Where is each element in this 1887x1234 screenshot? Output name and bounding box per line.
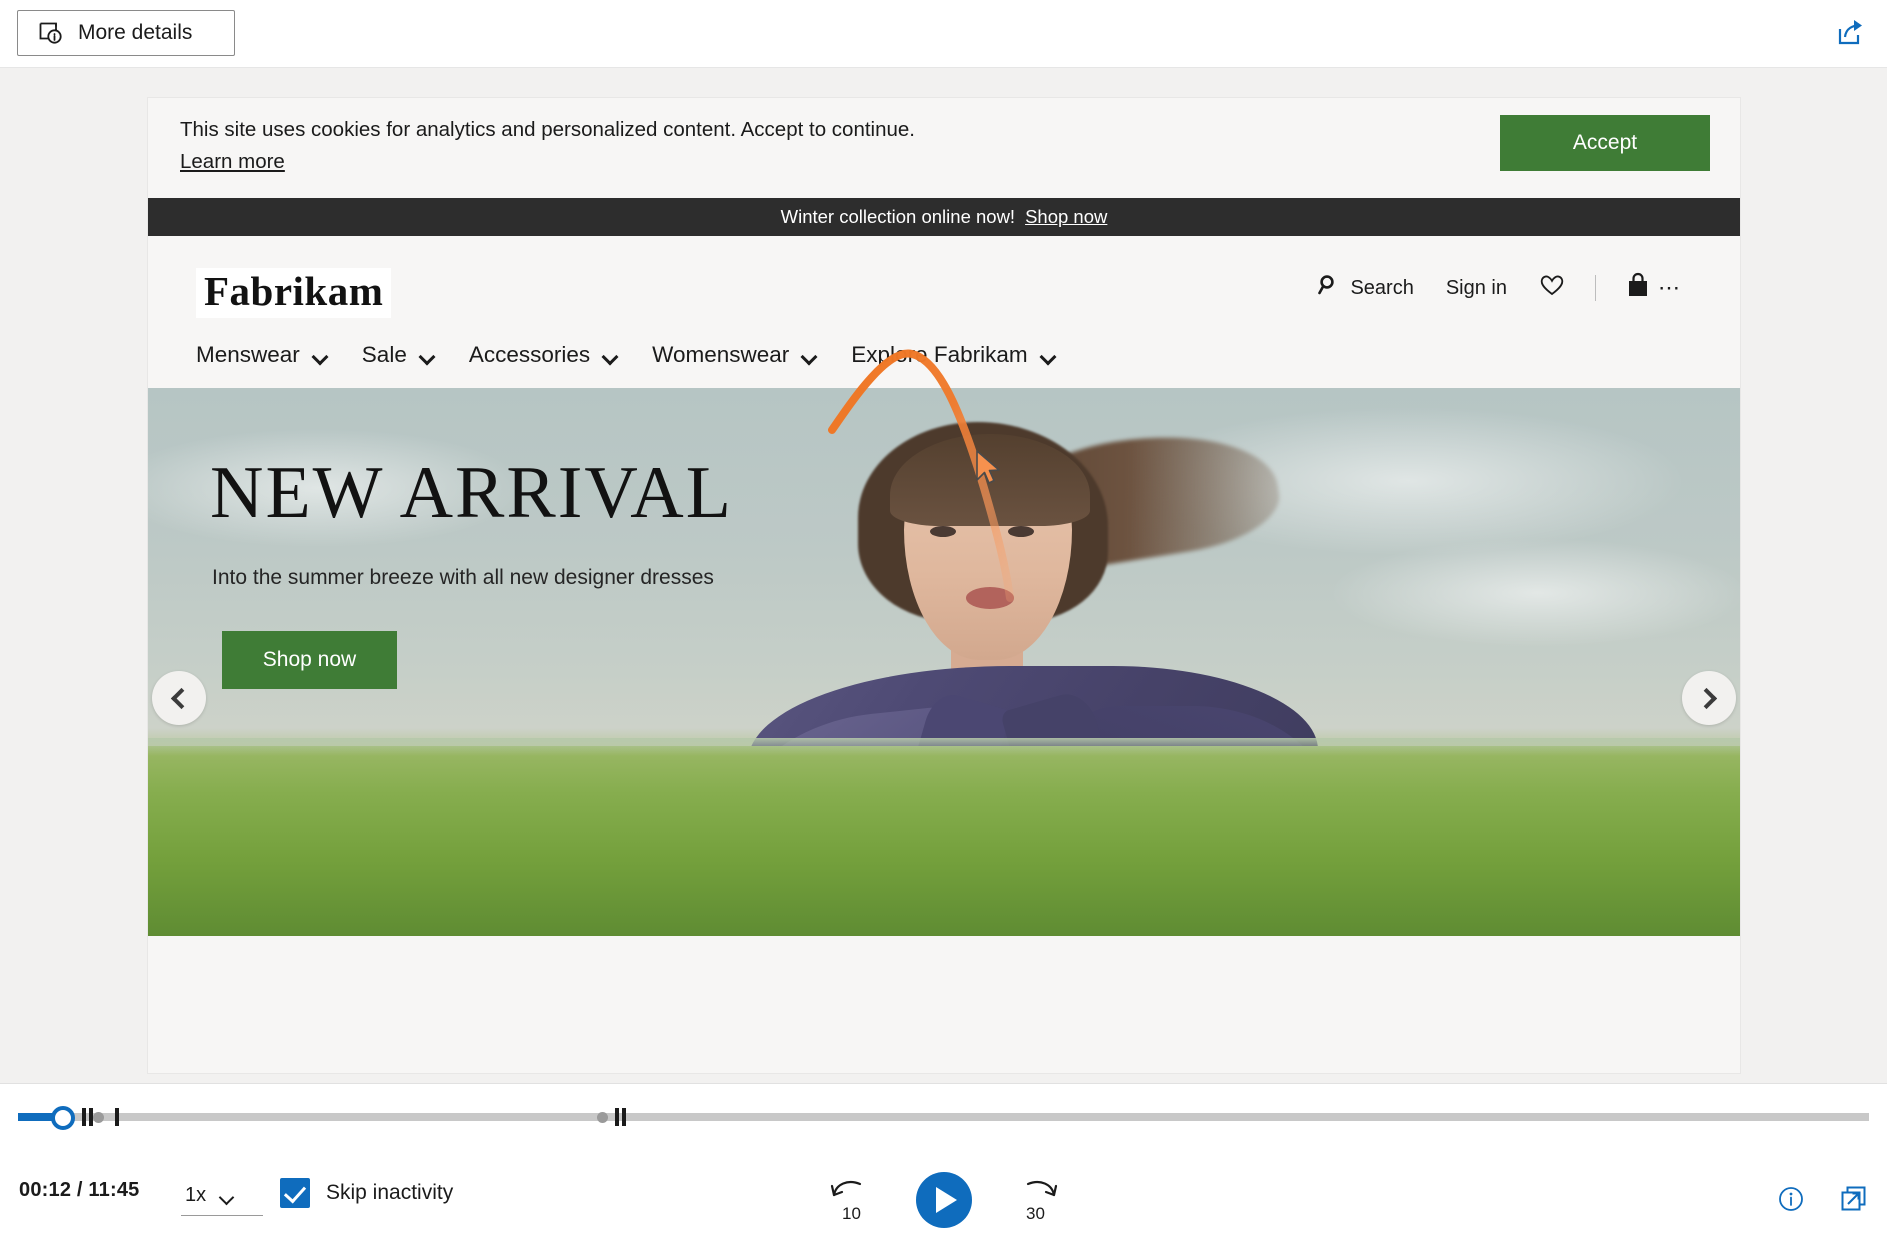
nav-label: Womenswear xyxy=(652,342,790,367)
playback-speed-value: 1x xyxy=(185,1184,207,1206)
timeline-marker[interactable] xyxy=(622,1108,626,1126)
video-details-icon xyxy=(39,21,65,45)
rewind-10-label: 10 xyxy=(842,1204,861,1223)
site-header: Fabrikam Search Sign in ⋯ Menswear Sale … xyxy=(148,236,1740,388)
cookie-banner: This site uses cookies for analytics and… xyxy=(148,98,1740,198)
promo-shop-now-link[interactable]: Shop now xyxy=(1025,206,1107,228)
timeline-progress xyxy=(18,1113,54,1121)
timeline-track[interactable] xyxy=(18,1113,1869,1121)
timeline-event-dot[interactable] xyxy=(93,1112,104,1123)
carousel-next-button[interactable] xyxy=(1682,671,1736,725)
nav-item-womenswear[interactable]: Womenswear xyxy=(652,336,851,374)
chevron-down-icon xyxy=(420,351,435,360)
rewind-10-button[interactable]: 10 xyxy=(826,1174,878,1226)
carousel-previous-button[interactable] xyxy=(152,671,206,725)
nav-item-sale[interactable]: Sale xyxy=(362,336,469,374)
share-icon[interactable] xyxy=(1833,16,1867,50)
recorded-webpage: This site uses cookies for analytics and… xyxy=(148,98,1740,1073)
skip-inactivity-label: Skip inactivity xyxy=(326,1181,454,1204)
nav-label: Menswear xyxy=(196,342,300,367)
play-button[interactable] xyxy=(915,1172,972,1228)
hero-carousel: NEW ARRIVAL Into the summer breeze with … xyxy=(148,388,1740,936)
hero-field xyxy=(148,738,1740,936)
hero-shop-now-button[interactable]: Shop now xyxy=(222,631,397,689)
timeline-marker[interactable] xyxy=(615,1108,619,1126)
skip-inactivity-toggle[interactable]: Skip inactivity xyxy=(280,1178,453,1208)
chevron-down-icon xyxy=(802,351,817,360)
shopping-bag-button[interactable]: ⋯ xyxy=(1610,266,1698,310)
nav-label: Accessories xyxy=(468,342,591,367)
nav-label: Explore Fabrikam xyxy=(851,342,1028,367)
timeline-scrubber-thumb[interactable] xyxy=(51,1106,75,1130)
header-divider xyxy=(1595,275,1596,301)
play-icon xyxy=(935,1187,957,1213)
time-display: 00:12 / 11:45 xyxy=(19,1179,140,1201)
hero-title: NEW ARRIVAL xyxy=(210,452,733,534)
transport-controls: 10 30 xyxy=(826,1172,1062,1228)
nav-item-accessories[interactable]: Accessories xyxy=(469,336,652,374)
promo-message: Winter collection online now! xyxy=(780,206,1016,227)
search-icon xyxy=(1318,274,1340,302)
cookie-message: This site uses cookies for analytics and… xyxy=(180,118,915,141)
timeline-marker[interactable] xyxy=(115,1108,119,1126)
playback-speed-selector[interactable]: 1x xyxy=(181,1176,263,1216)
promo-banner: Winter collection online now! Shop now xyxy=(148,198,1740,236)
info-icon[interactable] xyxy=(1777,1185,1805,1218)
forward-30-label: 30 xyxy=(1026,1204,1045,1223)
chevron-down-icon xyxy=(603,351,618,360)
recording-stage: This site uses cookies for analytics and… xyxy=(0,68,1887,1083)
chevron-down-icon xyxy=(1041,351,1056,360)
shopping-bag-icon xyxy=(1626,272,1650,304)
ellipsis-icon[interactable]: ⋯ xyxy=(1658,277,1682,299)
search-button[interactable]: Search xyxy=(1302,268,1429,308)
sign-in-link[interactable]: Sign in xyxy=(1430,271,1523,306)
search-label: Search xyxy=(1350,276,1414,299)
nav-item-menswear[interactable]: Menswear xyxy=(196,336,362,374)
heart-icon xyxy=(1539,273,1565,303)
chevron-down-icon xyxy=(313,351,328,360)
learn-more-link[interactable]: Learn more xyxy=(180,150,285,174)
playback-timeline[interactable] xyxy=(18,1102,1869,1130)
more-details-button[interactable]: More details xyxy=(17,10,235,56)
chevron-right-icon xyxy=(1695,687,1718,709)
player-secondary-actions xyxy=(1777,1184,1869,1219)
sign-in-label: Sign in xyxy=(1445,276,1507,299)
forward-30-button[interactable]: 30 xyxy=(1010,1174,1062,1226)
header-utility-nav: Search Sign in ⋯ xyxy=(1302,266,1698,310)
chevron-left-icon xyxy=(170,687,193,709)
timeline-marker[interactable] xyxy=(82,1108,86,1126)
main-navigation: Menswear Sale Accessories Womenswear Exp… xyxy=(196,336,1090,374)
nav-item-explore-fabrikam[interactable]: Explore Fabrikam xyxy=(851,336,1089,374)
more-details-label: More details xyxy=(78,21,193,44)
chevron-down-icon xyxy=(220,1192,234,1200)
player-controls: 00:12 / 11:45 1x Skip inactivity 10 30 xyxy=(0,1083,1887,1234)
hero-subtitle: Into the summer breeze with all new desi… xyxy=(212,566,714,589)
timeline-event-dot[interactable] xyxy=(597,1112,608,1123)
site-logo[interactable]: Fabrikam xyxy=(196,268,392,318)
skip-inactivity-checkbox[interactable] xyxy=(280,1178,310,1208)
top-toolbar: More details xyxy=(0,0,1887,68)
open-in-new-window-icon[interactable] xyxy=(1839,1184,1869,1219)
wishlist-button[interactable] xyxy=(1523,267,1581,309)
nav-label: Sale xyxy=(361,342,407,367)
accept-cookies-button[interactable]: Accept xyxy=(1500,115,1710,171)
